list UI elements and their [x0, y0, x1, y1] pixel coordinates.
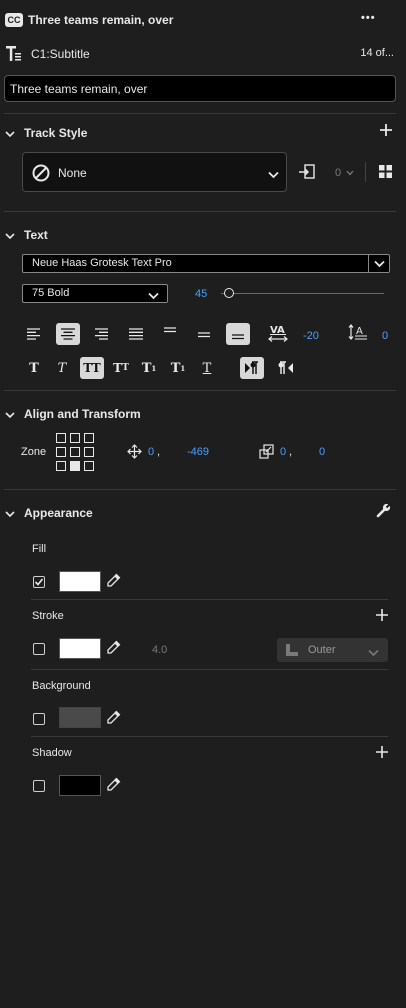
push-to-track-style-icon[interactable] [298, 164, 316, 183]
stroke-width-value[interactable]: 4.0 [152, 644, 167, 656]
caption-text-field[interactable]: Three teams remain, over [4, 75, 396, 102]
scale-icon [259, 444, 274, 462]
align-bottom-icon[interactable] [226, 323, 250, 345]
add-shadow-icon[interactable] [376, 746, 388, 761]
subscript-button[interactable]: T1 [166, 357, 190, 379]
add-stroke-icon[interactable] [376, 609, 388, 624]
align-center-icon[interactable] [56, 323, 80, 345]
track-style-number-value: 0 [335, 167, 342, 179]
stroke-label: Stroke [32, 610, 64, 622]
scale-comma: , [289, 446, 293, 458]
position-x-value[interactable]: 0 [148, 446, 154, 458]
fill-color-swatch[interactable] [59, 571, 101, 592]
stroke-position-dropdown[interactable]: Outer [277, 638, 388, 662]
stroke-outer-icon [285, 643, 299, 660]
stroke-checkbox[interactable] [33, 643, 45, 655]
align-left-icon[interactable] [27, 328, 41, 343]
text-heading: Text [24, 228, 48, 242]
justify-icon[interactable] [129, 328, 143, 343]
caption-text-value: Three teams remain, over [10, 82, 148, 96]
appearance-chevron-icon[interactable] [5, 507, 15, 521]
faux-bold-button[interactable]: T [22, 357, 46, 379]
shadow-color-swatch[interactable] [59, 775, 101, 796]
track-style-number: 0 [335, 167, 354, 179]
panel-title: Three teams remain, over [28, 13, 174, 27]
stroke-eyedropper-icon[interactable] [106, 640, 121, 658]
more-options-button[interactable]: ••• [361, 12, 376, 24]
font-style-chevron-icon [148, 289, 159, 303]
caption-count: 14 of... [360, 47, 394, 59]
scale-y-value[interactable]: 0 [319, 446, 325, 458]
leading-icon: A [348, 323, 368, 346]
font-style-select[interactable]: 75 Bold [22, 284, 168, 303]
text-chevron-icon[interactable] [5, 229, 15, 243]
align-middle-icon[interactable] [197, 330, 211, 344]
subtitle-track-icon [5, 45, 23, 66]
separator [365, 162, 366, 182]
font-size-value[interactable]: 45 [195, 288, 207, 300]
align-right-icon[interactable] [94, 328, 108, 343]
superscript-button[interactable]: T1 [137, 357, 161, 379]
shadow-eyedropper-icon[interactable] [106, 777, 121, 795]
zone-grid[interactable] [56, 433, 96, 473]
small-caps-button[interactable]: TT [109, 357, 133, 379]
tracking-value[interactable]: -20 [303, 330, 319, 342]
tracking-icon: VA [268, 323, 288, 346]
track-style-chevron-icon[interactable] [5, 127, 15, 141]
appearance-heading: Appearance [24, 506, 93, 520]
zone-label: Zone [21, 446, 47, 458]
all-caps-button[interactable]: TT [80, 357, 104, 379]
background-color-swatch[interactable] [59, 707, 101, 728]
fill-checkbox[interactable] [33, 576, 45, 588]
underline-button[interactable]: T [195, 357, 219, 379]
leading-value[interactable]: 0 [382, 330, 388, 342]
ltr-text-direction-icon[interactable] [240, 357, 264, 379]
font-style-value: 75 Bold [32, 287, 70, 299]
fill-label: Fill [32, 543, 47, 555]
stroke-color-swatch[interactable] [59, 638, 101, 659]
font-size-slider-track[interactable] [221, 293, 384, 294]
caption-badge: CC [5, 13, 23, 27]
add-track-style-icon[interactable] [379, 123, 393, 140]
fill-eyedropper-icon[interactable] [106, 573, 121, 591]
font-size-slider-handle[interactable] [224, 288, 235, 298]
svg-text:A: A [356, 326, 363, 337]
faux-italic-button[interactable]: T [50, 357, 74, 379]
scale-x-value[interactable]: 0 [280, 446, 286, 458]
rtl-text-direction-icon[interactable] [278, 361, 294, 378]
shadow-checkbox[interactable] [33, 780, 45, 792]
position-y-value[interactable]: -469 [187, 446, 209, 458]
stroke-position-chevron-icon [368, 646, 379, 660]
track-style-dropdown[interactable]: None [22, 152, 287, 192]
background-checkbox[interactable] [33, 713, 45, 725]
track-style-value: None [58, 166, 87, 180]
subtitle-track-label: C1:Subtitle [31, 47, 90, 61]
grid-view-icon[interactable] [379, 165, 392, 181]
align-transform-heading: Align and Transform [24, 407, 141, 421]
background-eyedropper-icon[interactable] [106, 710, 121, 728]
move-icon [127, 444, 142, 462]
font-family-value: Neue Haas Grotesk Text Pro [32, 257, 172, 269]
wrench-icon[interactable] [376, 503, 391, 521]
chevron-down-small-icon [346, 167, 354, 179]
position-comma: , [157, 446, 161, 458]
none-circle-icon [32, 164, 50, 185]
font-family-select[interactable]: Neue Haas Grotesk Text Pro [22, 254, 390, 273]
chevron-down-icon [268, 168, 279, 182]
shadow-label: Shadow [32, 747, 72, 759]
align-transform-chevron-icon[interactable] [5, 408, 15, 422]
align-top-icon[interactable] [163, 326, 177, 340]
caption-badge-text: CC [7, 15, 21, 25]
stroke-position-value: Outer [308, 644, 336, 656]
background-label: Background [32, 680, 91, 692]
font-family-chevron-icon [368, 254, 390, 273]
track-style-heading: Track Style [24, 126, 88, 140]
